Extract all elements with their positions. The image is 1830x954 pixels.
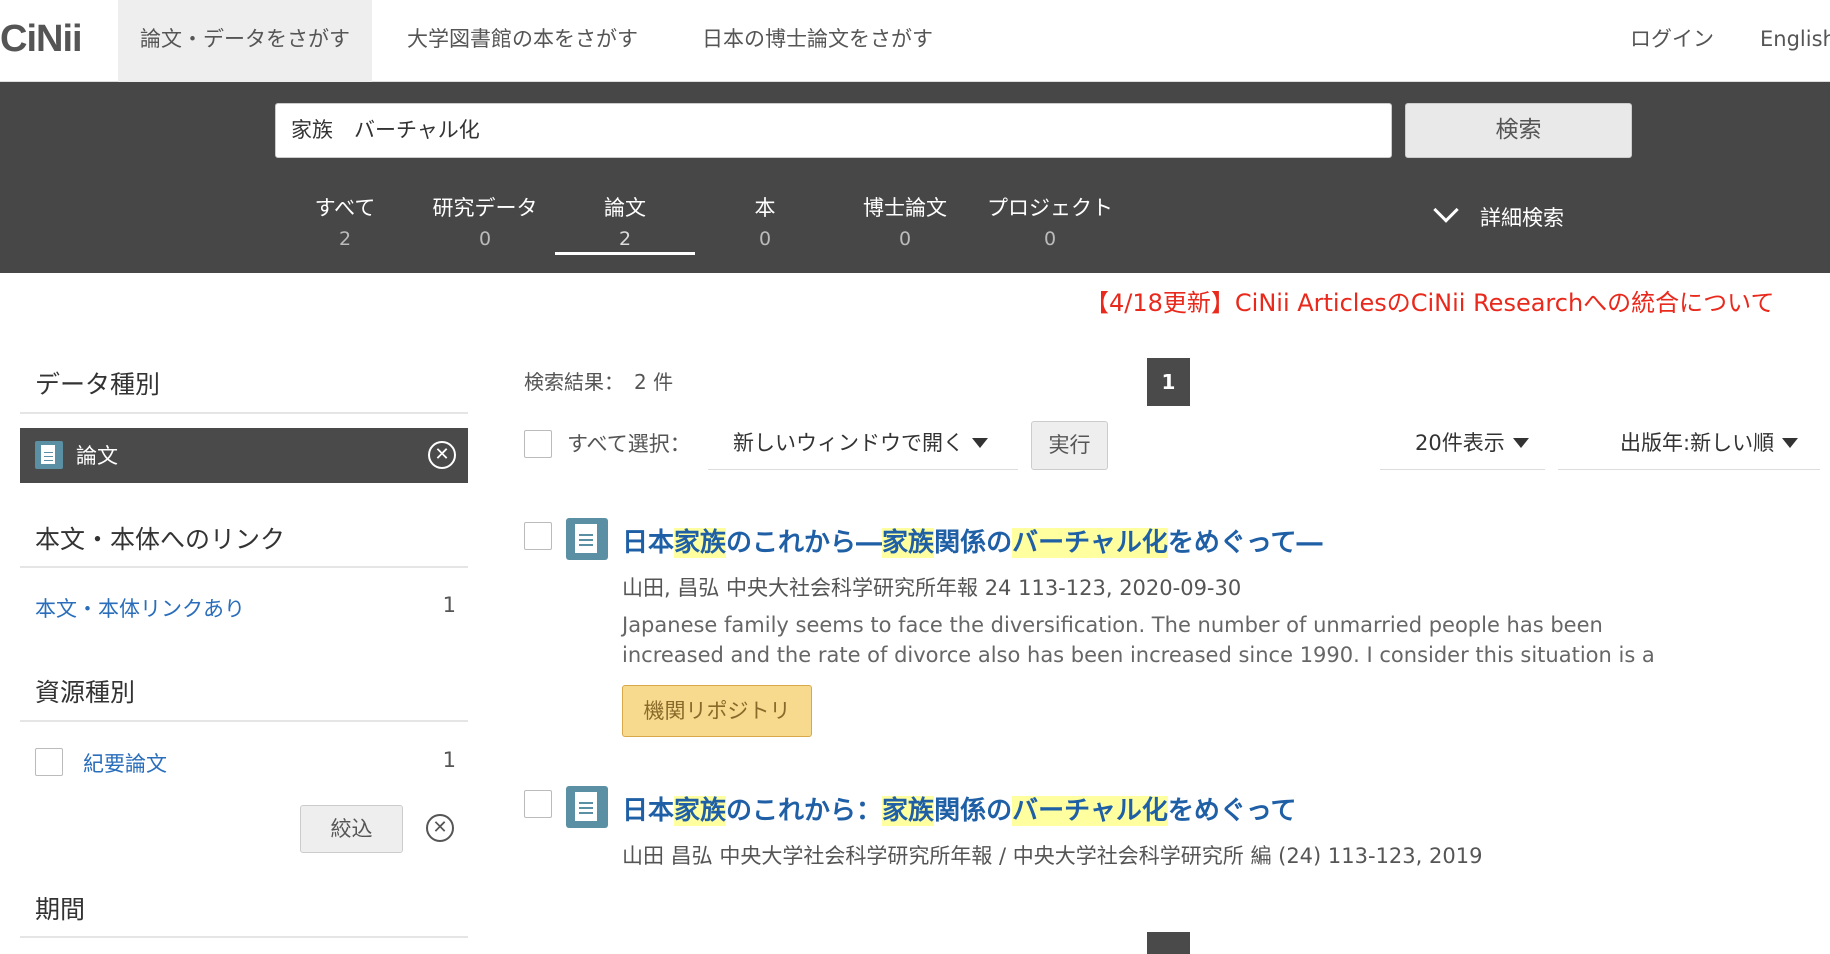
category-label: プロジェクト [987, 196, 1113, 220]
category-count: 2 [618, 228, 632, 250]
result-title-link[interactable]: 日本家族のこれから：家族関係のバーチャル化をめぐって [622, 790, 1297, 827]
pagination-current-page[interactable]: 1 [1147, 358, 1190, 406]
category-label: 論文 [604, 196, 646, 220]
facet-title-fulltext: 本文・本体へのリンク [35, 525, 286, 554]
category-tab-all[interactable]: すべて 2 [275, 192, 415, 250]
tab-doctoral-theses[interactable]: 日本の博士論文をさがす [680, 0, 955, 82]
sort-dropdown[interactable]: 出版年:新しい順 [1558, 420, 1820, 470]
per-page-dropdown[interactable]: 20件表示 [1380, 420, 1545, 470]
cinii-logo[interactable]: CiNii [0, 18, 83, 61]
login-link[interactable]: ログイン [1630, 0, 1714, 82]
result-meta: 山田 昌弘 中央大学社会科学研究所年報 / 中央大学社会科学研究所 編 (24)… [622, 844, 1483, 868]
category-tab-books[interactable]: 本 0 [695, 192, 835, 250]
divider [20, 566, 468, 568]
facet-count: 1 [442, 748, 456, 772]
facet-option-departmental-bulletin[interactable]: 紀要論文 [83, 748, 167, 778]
select-all-checkbox[interactable] [524, 430, 552, 458]
caret-down-icon [1782, 438, 1799, 448]
facet-title-data-type: データ種別 [35, 370, 161, 399]
sort-value: 出版年:新しい順 [1620, 431, 1775, 455]
category-label: すべて [314, 196, 376, 220]
category-label: 研究データ [432, 196, 538, 220]
divider [20, 720, 468, 722]
pagination-bottom[interactable] [1147, 932, 1190, 954]
category-count: 0 [478, 228, 492, 250]
open-window-value: 新しいウィンドウで開く [733, 431, 964, 455]
facet-title-period: 期間 [35, 895, 86, 924]
category-tab-articles[interactable]: 論文 2 [555, 192, 695, 250]
document-icon [566, 786, 608, 828]
checkbox-departmental-bulletin[interactable] [35, 748, 63, 776]
advanced-search-toggle[interactable]: 詳細検索 [1433, 197, 1564, 232]
facet-count: 1 [442, 593, 456, 617]
repository-badge[interactable]: 機関リポジトリ [622, 685, 812, 737]
facet-title-resource-type: 資源種別 [35, 678, 136, 707]
facet-selected-article[interactable]: 論文 ✕ [20, 428, 468, 483]
search-band: 家族 バーチャル化 検索 すべて 2 研究データ 0 論文 2 本 0 博士論文… [0, 82, 1830, 273]
caret-down-icon [972, 438, 988, 448]
result-title-link[interactable]: 日本家族のこれから―家族関係のバーチャル化をめぐって― [622, 522, 1323, 559]
facet-selected-label: 論文 [76, 444, 118, 468]
divider [20, 412, 468, 414]
top-navigation: CiNii 論文・データをさがす 大学図書館の本をさがす 日本の博士論文をさがす… [0, 0, 1830, 82]
document-icon [35, 441, 63, 469]
category-tab-projects[interactable]: プロジェクト 0 [980, 192, 1120, 250]
category-count: 0 [758, 228, 772, 250]
document-icon [566, 518, 608, 560]
category-tab-dissertations[interactable]: 博士論文 0 [835, 192, 975, 250]
facet-link-fulltext-available[interactable]: 本文・本体リンクあり [35, 593, 245, 623]
result-meta: 山田, 昌弘 中央大社会科学研究所年報 24 113-123, 2020-09-… [622, 576, 1242, 600]
category-label: 本 [754, 196, 776, 220]
tab-university-library-books[interactable]: 大学図書館の本をさがす [385, 0, 660, 82]
notice-link[interactable]: 【4/18更新】CiNii ArticlesのCiNii Researchへの統… [1085, 283, 1774, 318]
tab-articles-data[interactable]: 論文・データをさがす [118, 0, 372, 82]
category-count: 2 [338, 228, 352, 250]
advanced-search-label: 詳細検索 [1480, 206, 1564, 230]
caret-down-icon [1512, 438, 1529, 448]
chevron-down-icon [1433, 197, 1459, 223]
per-page-value: 20件表示 [1415, 431, 1505, 455]
search-button[interactable]: 検索 [1405, 103, 1632, 158]
category-label: 博士論文 [863, 196, 947, 220]
search-input[interactable]: 家族 バーチャル化 [275, 103, 1392, 158]
category-count: 0 [898, 228, 912, 250]
open-window-dropdown[interactable]: 新しいウィンドウで開く [708, 420, 1018, 470]
filter-button[interactable]: 絞込 [300, 805, 403, 853]
category-count: 0 [1043, 228, 1057, 250]
result-count: 検索結果： 2 件 [524, 370, 674, 394]
result-checkbox[interactable] [524, 790, 552, 818]
execute-button[interactable]: 実行 [1031, 421, 1108, 470]
divider [20, 936, 468, 938]
language-link[interactable]: English [1760, 0, 1830, 82]
category-tab-research-data[interactable]: 研究データ 0 [415, 192, 555, 250]
result-checkbox[interactable] [524, 522, 552, 550]
active-tab-indicator [555, 252, 695, 255]
select-all-label: すべて選択： [567, 432, 691, 456]
remove-filter-icon[interactable]: ✕ [428, 441, 456, 469]
clear-filter-icon[interactable]: ✕ [426, 814, 454, 842]
